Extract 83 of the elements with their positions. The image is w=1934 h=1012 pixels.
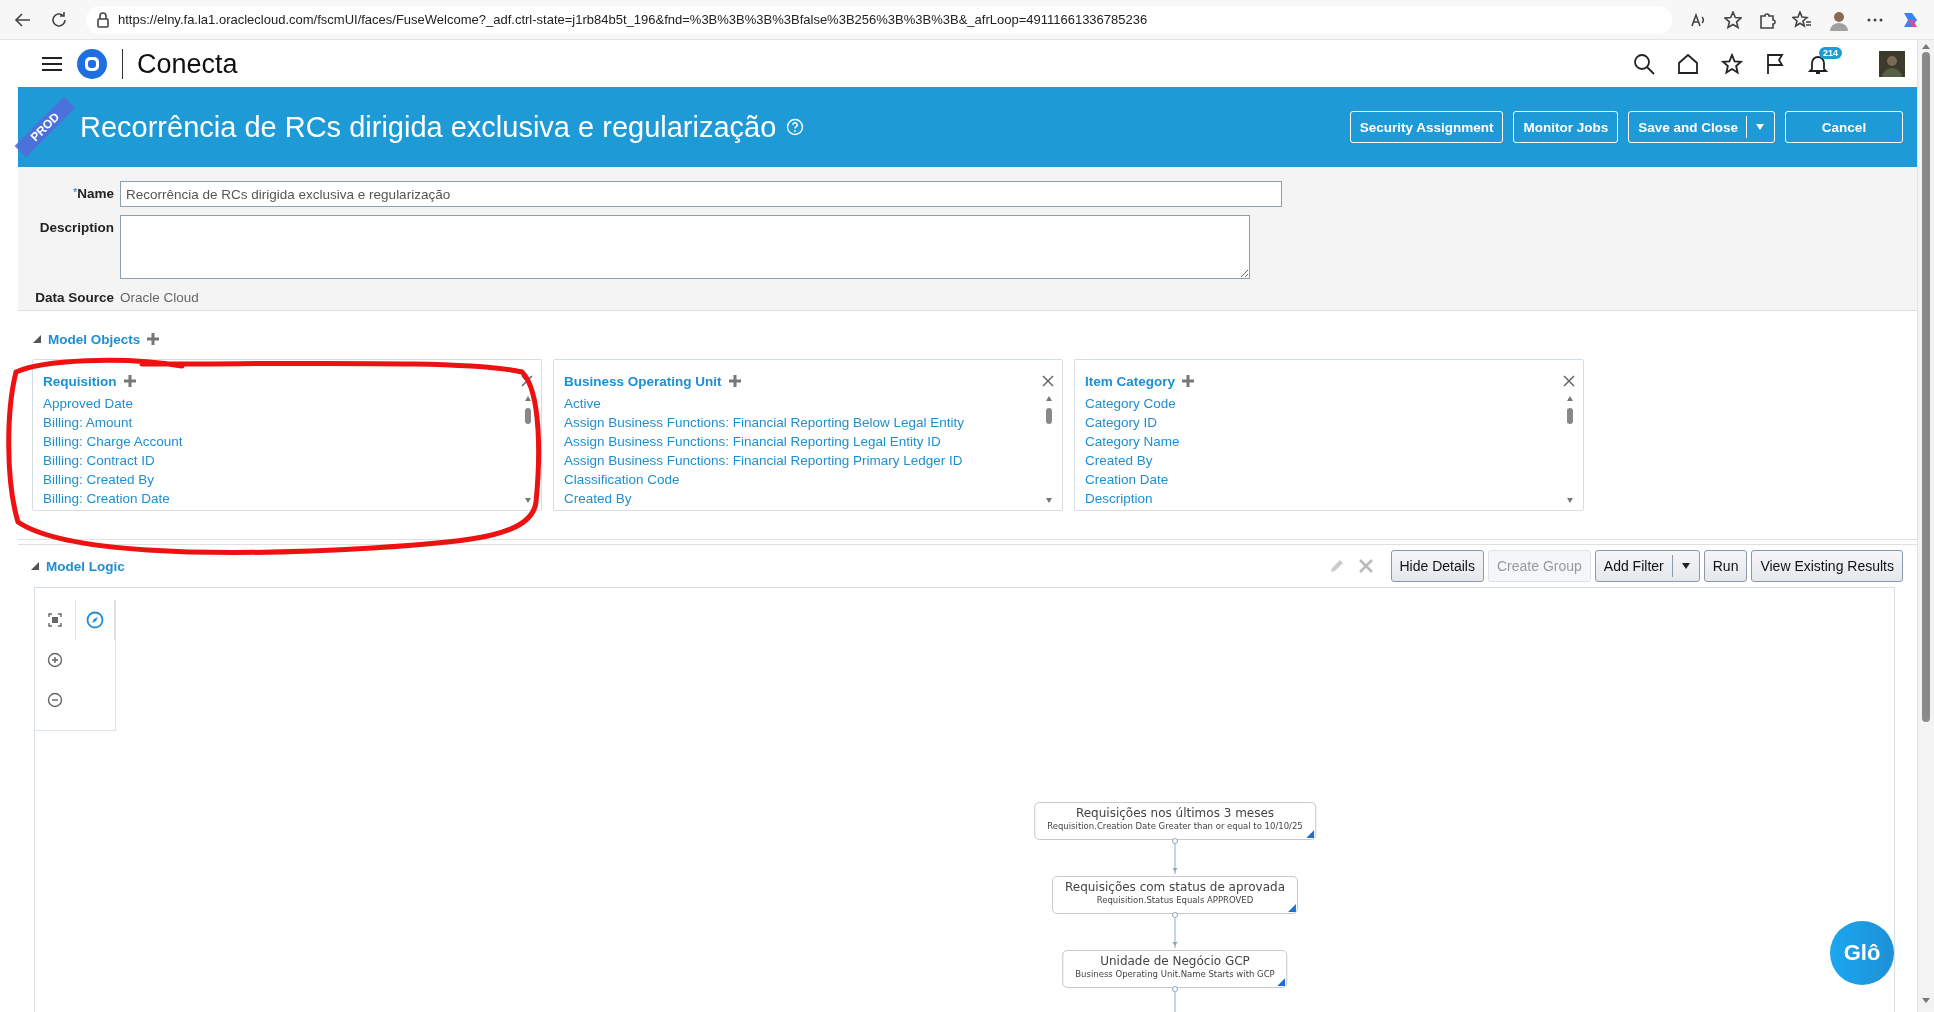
resize-handle-icon[interactable]: [1305, 830, 1314, 838]
field-link[interactable]: Assign Business Functions: Financial Reporting Primary Ledger ID: [564, 451, 1040, 470]
split-button[interactable]: Add Filter: [1594, 550, 1700, 582]
field-link[interactable]: Active: [564, 394, 1040, 413]
toolbar-button[interactable]: View Existing Results: [1751, 550, 1903, 582]
data-source-value: Oracle Cloud: [120, 289, 200, 305]
address-bar[interactable]: https://elny.fa.la1.oraclecloud.com/fscmUI/faces/FuseWelcome?_adf.ctrl-state=j1rb84b5t_196&fnd=%3B%3B%3B%3Bfalse%3B256%3B%3B%3B&_afrLoop=49111661336785236: [86, 5, 1672, 34]
plus-icon[interactable]: [1181, 374, 1196, 388]
zoom-in-icon[interactable]: [47, 652, 63, 668]
section-title[interactable]: Model Objects: [48, 331, 141, 347]
field-link[interactable]: Billing: Charge Account: [43, 432, 519, 451]
section-title[interactable]: Model Logic: [46, 558, 125, 574]
node-title: Unidade de Negócio GCP: [1100, 954, 1250, 969]
close-icon[interactable]: [1563, 375, 1575, 387]
node-condition: Business Operating Unit.Name Starts with GCP: [1075, 969, 1275, 980]
field-link[interactable]: Created By: [1085, 451, 1561, 470]
description-input[interactable]: [120, 215, 1250, 279]
zoom-out-icon[interactable]: [47, 692, 63, 708]
node-title: Requisições nos últimos 3 meses: [1075, 806, 1275, 821]
field-link[interactable]: Category Name: [1085, 432, 1561, 451]
close-icon[interactable]: [1042, 375, 1054, 387]
header-button[interactable]: Monitor Jobs: [1513, 111, 1619, 143]
field-link[interactable]: Creation Date: [1085, 470, 1561, 489]
compass-icon[interactable]: [86, 611, 104, 629]
lock-icon: [96, 11, 110, 28]
field-link[interactable]: Billing: Creation Date: [43, 489, 519, 508]
field-link[interactable]: Category ID: [1085, 413, 1561, 432]
node-condition: Requisition.Status Equals APPROVED: [1096, 895, 1254, 906]
fit-to-view-icon[interactable]: [48, 613, 62, 627]
back-icon[interactable]: [14, 10, 32, 29]
notification-count: 214: [1819, 46, 1843, 59]
avatar-icon[interactable]: [1879, 50, 1905, 77]
node-condition: Requisition.Creation Date Greater than or equal to 10/10/25: [1047, 821, 1303, 832]
favorites-icon[interactable]: [1792, 10, 1812, 29]
star-icon[interactable]: [1724, 10, 1742, 29]
caret-icon[interactable]: [1680, 562, 1691, 570]
star-icon[interactable]: [1721, 52, 1743, 75]
filter-node[interactable]: Unidade de Negócio GCP Business Operating Unit.Name Starts with GCP: [1062, 950, 1288, 988]
menu-icon[interactable]: [42, 55, 62, 72]
filter-node[interactable]: Requisições nos últimos 3 meses Requisition.Creation Date Greater than or equal to 10/10/25: [1034, 802, 1316, 840]
field-link[interactable]: Classification Code: [564, 470, 1040, 489]
object-name[interactable]: Business Operating Unit: [564, 373, 722, 389]
toolbar-button[interactable]: Run: [1703, 550, 1748, 582]
field-link[interactable]: Category Code: [1085, 394, 1561, 413]
app-name: Conecta: [137, 48, 238, 79]
split-button[interactable]: Save and Close: [1628, 111, 1775, 143]
header-button[interactable]: Cancel: [1785, 111, 1903, 143]
plus-icon[interactable]: [146, 332, 161, 346]
page-title: Recorrência de RCs dirigida exclusiva e regularização: [80, 110, 777, 144]
plus-icon[interactable]: [122, 374, 137, 388]
expanded-triangle-icon[interactable]: [32, 334, 42, 344]
resize-handle-icon[interactable]: [1277, 978, 1286, 986]
reload-icon[interactable]: [50, 10, 68, 29]
resize-handle-icon[interactable]: [1288, 904, 1297, 912]
connector-arrow: [1171, 912, 1179, 948]
field-link[interactable]: Created By: [564, 489, 1040, 508]
node-title: Requisições com status de aprovada: [1064, 880, 1286, 895]
name-input[interactable]: Recorrência de RCs dirigida exclusiva e regularização: [120, 181, 1282, 207]
field-link[interactable]: Assign Business Functions: Financial Reporting Below Legal Entity: [564, 413, 1040, 432]
toolbar-button[interactable]: Hide Details: [1390, 550, 1484, 582]
description-label: Description: [38, 219, 114, 235]
puzzle-icon[interactable]: [1758, 10, 1776, 29]
name-label: *Name: [71, 185, 114, 201]
field-link[interactable]: Approved Date: [43, 394, 519, 413]
field-link[interactable]: Billing: Contract ID: [43, 451, 519, 470]
flag-icon[interactable]: [1765, 52, 1785, 75]
field-link[interactable]: Assign Business Functions: Financial Reporting Legal Entity ID: [564, 432, 1040, 451]
help-icon[interactable]: [786, 118, 805, 136]
data-source-label: Data Source: [34, 289, 114, 305]
header-button[interactable]: Security Assignment: [1349, 111, 1504, 143]
field-link[interactable]: Description: [1085, 489, 1561, 508]
field-link[interactable]: Billing: Created By: [43, 470, 519, 489]
filter-node[interactable]: Requisições com status de aprovada Requisition.Status Equals APPROVED: [1051, 876, 1299, 914]
close-icon[interactable]: [521, 375, 533, 387]
plus-icon[interactable]: [727, 374, 742, 388]
logo-icon: [76, 47, 108, 80]
search-icon[interactable]: [1633, 52, 1655, 75]
expanded-triangle-icon[interactable]: [30, 561, 40, 571]
object-name[interactable]: Requisition: [43, 373, 117, 389]
object-name[interactable]: Item Category: [1085, 373, 1176, 389]
connector-arrow: [1171, 838, 1179, 874]
field-link[interactable]: Billing: Amount: [43, 413, 519, 432]
home-icon[interactable]: [1677, 52, 1699, 75]
